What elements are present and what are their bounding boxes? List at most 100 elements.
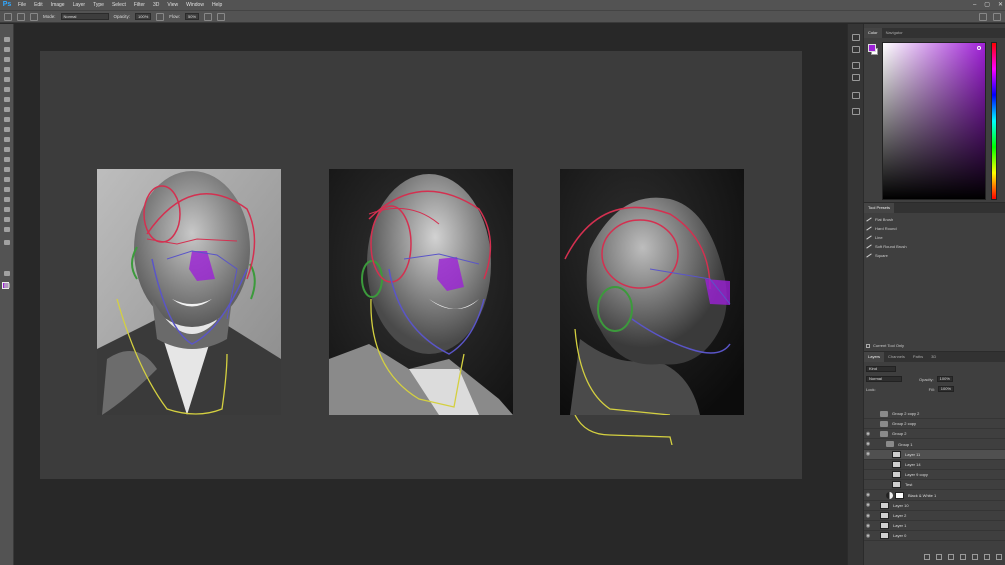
visibility-eye-icon[interactable]: ◉ — [864, 533, 872, 539]
canvas[interactable] — [40, 51, 802, 479]
visibility-eye-icon[interactable]: ◉ — [864, 441, 872, 447]
tab-navigator[interactable]: Navigator — [882, 28, 907, 38]
menu-3d[interactable]: 3D — [149, 0, 163, 10]
brush-preset-picker-icon[interactable] — [17, 12, 25, 21]
properties-panel-icon[interactable] — [852, 62, 860, 69]
layer-row[interactable]: ◉ Layer 2 — [864, 511, 1005, 521]
layer-group-row[interactable]: Group 2 copy — [864, 419, 1005, 430]
layer-filter-select[interactable]: Kind — [866, 366, 896, 372]
visibility-eye-icon[interactable]: ◉ — [864, 513, 872, 519]
zoom-tool-icon[interactable] — [3, 226, 11, 233]
dodge-tool-icon[interactable] — [3, 166, 11, 173]
lasso-tool-icon[interactable] — [3, 56, 11, 63]
quick-select-tool-icon[interactable] — [3, 66, 11, 73]
marquee-tool-icon[interactable] — [3, 46, 11, 53]
layer-row[interactable]: Test — [864, 480, 1005, 491]
menu-filter[interactable]: Filter — [130, 0, 149, 10]
current-tool-only-checkbox[interactable]: Current Tool Only — [866, 341, 1004, 350]
menu-edit[interactable]: Edit — [30, 0, 47, 10]
more-tools-icon[interactable] — [3, 239, 11, 246]
hand-tool-icon[interactable] — [3, 216, 11, 223]
preset-item[interactable]: Flat Brush — [866, 215, 1004, 224]
close-button[interactable]: ✕ — [998, 0, 1003, 10]
tab-tool-presets[interactable]: Tool Presets — [864, 203, 895, 213]
character-panel-icon[interactable] — [852, 34, 860, 41]
new-group-icon[interactable] — [972, 554, 978, 560]
eyedropper-tool-icon[interactable] — [3, 86, 11, 93]
adjustment-layer-icon[interactable] — [960, 554, 966, 560]
pen-tool-icon[interactable] — [3, 176, 11, 183]
layer-row[interactable]: ◉ Layer 11 — [864, 449, 1005, 460]
minimize-button[interactable]: – — [973, 0, 976, 10]
paragraph-panel-icon[interactable] — [852, 46, 860, 53]
layer-group-row[interactable]: ◉ Group 1 — [864, 440, 1005, 450]
shape-tool-icon[interactable] — [3, 206, 11, 213]
crop-tool-icon[interactable] — [3, 76, 11, 83]
menu-view[interactable]: View — [163, 0, 182, 10]
menu-image[interactable]: Image — [47, 0, 69, 10]
maximize-button[interactable]: ▢ — [984, 0, 990, 10]
layer-group-row[interactable]: ◉ Group 2 — [864, 429, 1005, 440]
airbrush-icon[interactable] — [204, 12, 213, 21]
brush-tool-icon[interactable] — [3, 106, 11, 113]
swatches-panel-icon[interactable] — [852, 108, 860, 115]
brush-tool-icon[interactable] — [4, 12, 12, 21]
menu-layer[interactable]: Layer — [69, 0, 90, 10]
visibility-eye-icon[interactable]: ◉ — [864, 431, 872, 437]
add-mask-icon[interactable] — [948, 554, 954, 560]
color-picker-cursor[interactable] — [977, 46, 981, 50]
quick-mask-icon[interactable] — [3, 270, 11, 277]
type-tool-icon[interactable] — [3, 186, 11, 193]
opacity-field[interactable]: 100% — [135, 13, 152, 20]
layer-group-row[interactable]: Group 2 copy 2 — [864, 409, 1005, 419]
layer-row[interactable]: ◉ Layer 1 — [864, 521, 1005, 532]
layer-row[interactable]: Layer 14 — [864, 460, 1005, 470]
menu-type[interactable]: Type — [89, 0, 108, 10]
visibility-eye-icon[interactable]: ◉ — [864, 492, 872, 498]
tab-3d[interactable]: 3D — [927, 352, 940, 362]
clone-stamp-tool-icon[interactable] — [3, 116, 11, 123]
adjustments-panel-icon[interactable] — [852, 74, 860, 81]
path-selection-tool-icon[interactable] — [3, 196, 11, 203]
history-brush-tool-icon[interactable] — [3, 126, 11, 133]
preset-item[interactable]: Square — [866, 251, 1004, 260]
preset-item[interactable]: Soft Round Brush — [866, 242, 1004, 251]
visibility-eye-icon[interactable]: ◉ — [864, 523, 872, 529]
history-panel-icon[interactable] — [852, 92, 860, 99]
link-layers-icon[interactable] — [924, 554, 930, 560]
layer-opacity-field[interactable]: 100% — [936, 376, 953, 382]
brush-panel-toggle-icon[interactable] — [30, 12, 38, 21]
layer-row[interactable]: Layer 9 copy — [864, 470, 1005, 481]
visibility-eye-icon[interactable]: ◉ — [864, 451, 872, 457]
menu-help[interactable]: Help — [208, 0, 226, 10]
move-tool-icon[interactable] — [3, 36, 11, 43]
workspace-icon[interactable] — [993, 13, 1001, 21]
new-layer-icon[interactable] — [984, 554, 990, 560]
document-area[interactable] — [15, 24, 847, 565]
color-picker-field[interactable] — [882, 42, 986, 200]
layer-mask-thumbnail[interactable] — [895, 491, 904, 499]
healing-brush-tool-icon[interactable] — [3, 96, 11, 103]
screen-mode-icon[interactable] — [3, 282, 11, 289]
gradient-tool-icon[interactable] — [3, 146, 11, 153]
preset-item[interactable]: Hard Round — [866, 224, 1004, 233]
menu-window[interactable]: Window — [182, 0, 208, 10]
preset-item[interactable]: Line — [866, 233, 1004, 242]
blur-tool-icon[interactable] — [3, 156, 11, 163]
mode-select[interactable]: Normal — [60, 13, 109, 20]
tab-paths[interactable]: Paths — [909, 352, 927, 362]
search-icon[interactable] — [979, 13, 987, 21]
foreground-color-preview[interactable] — [868, 44, 876, 52]
tab-color[interactable]: Color — [864, 28, 882, 38]
layer-row[interactable]: ◉ Layer 0 — [864, 531, 1005, 542]
hue-slider[interactable] — [991, 42, 997, 200]
menu-file[interactable]: File — [14, 0, 30, 10]
blend-mode-select[interactable]: Normal — [866, 376, 902, 382]
menu-select[interactable]: Select — [108, 0, 130, 10]
pressure-opacity-icon[interactable] — [156, 12, 165, 21]
visibility-eye-icon[interactable]: ◉ — [864, 502, 872, 508]
layer-row[interactable]: ◉ Black & White 1 — [864, 491, 1005, 501]
layer-style-icon[interactable] — [936, 554, 942, 560]
tab-layers[interactable]: Layers — [864, 352, 885, 362]
pressure-size-icon[interactable] — [217, 12, 226, 21]
